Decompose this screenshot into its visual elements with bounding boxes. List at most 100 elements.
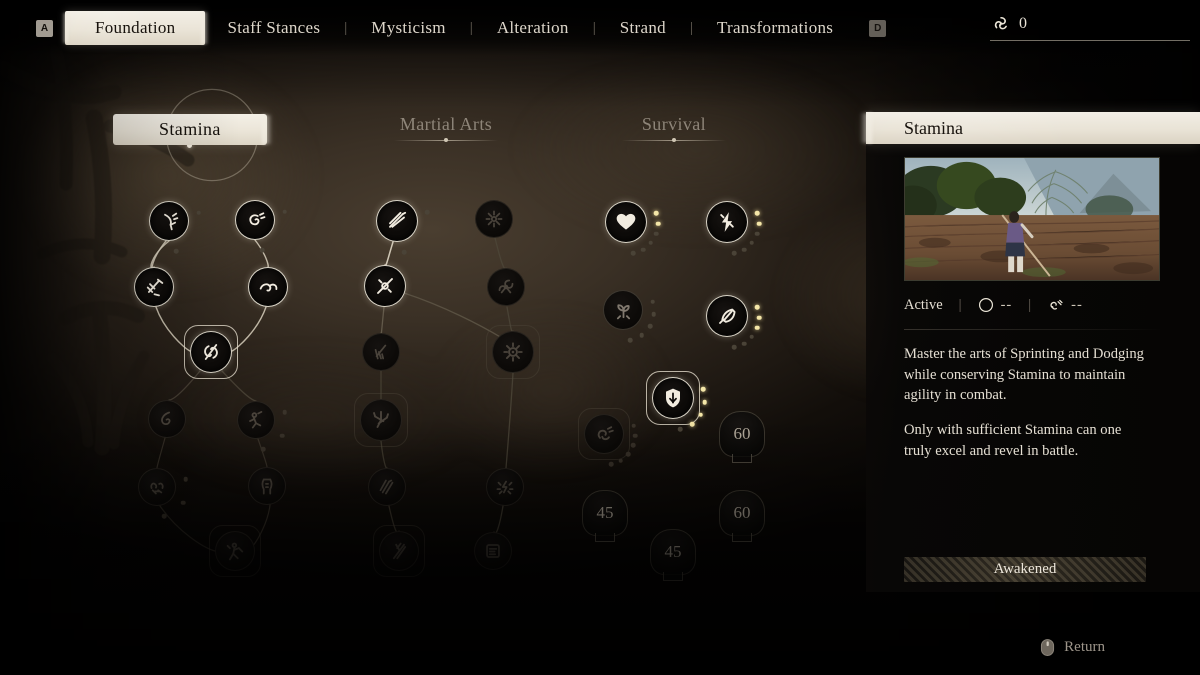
- skill-node-clasp-hands[interactable]: [138, 468, 188, 519]
- skill-node-ring: [603, 290, 643, 330]
- progress-pip: [402, 250, 407, 255]
- cost-badge-value: 45: [582, 490, 628, 536]
- next-tab-key-badge[interactable]: D: [869, 19, 887, 37]
- column-underline: [622, 140, 726, 141]
- column-header-martial-arts[interactable]: Martial Arts: [394, 114, 498, 141]
- skill-node-droplet-curl[interactable]: [148, 400, 186, 438]
- panel-title: Stamina: [904, 117, 963, 138]
- skill-node-ring: [368, 468, 406, 506]
- skill-node-armored-figure[interactable]: [248, 467, 286, 505]
- skill-node-sun-eye[interactable]: [486, 325, 540, 379]
- locked-node-cost-badge[interactable]: 45: [582, 490, 628, 536]
- skill-node-triple-slash[interactable]: [376, 200, 430, 255]
- skill-node-downward-slash[interactable]: [362, 333, 400, 371]
- skill-node-ring: [578, 408, 630, 460]
- skill-node-ring: [235, 200, 275, 240]
- spin-arrows-icon: [367, 406, 395, 434]
- crossed-staves-icon: [386, 538, 413, 565]
- locked-node-cost-badge[interactable]: 45: [650, 529, 696, 575]
- droplet-curl-icon: [154, 406, 180, 432]
- progress-pip: [732, 345, 737, 350]
- progress-pip: [282, 209, 287, 215]
- skill-stats-row: Active | -- | --: [904, 295, 1164, 315]
- spiral-wind-icon: [242, 207, 269, 234]
- skill-node-sprint-burst[interactable]: [149, 201, 201, 254]
- skill-node-herb-sprout[interactable]: [603, 290, 657, 343]
- clasp-hands-icon: [144, 474, 170, 500]
- tab-foundation[interactable]: Foundation: [65, 11, 205, 45]
- panel-divider: [904, 329, 1162, 330]
- locked-node-cost-badge[interactable]: 60: [719, 411, 765, 457]
- skill-node-heart[interactable]: [605, 201, 661, 256]
- awakened-button[interactable]: Awakened: [904, 557, 1146, 582]
- skill-node-ring: [706, 295, 748, 337]
- prev-tab-key-badge[interactable]: A: [36, 19, 53, 37]
- skill-node-shield-crest[interactable]: [646, 371, 708, 432]
- tab-alteration[interactable]: Alteration: [475, 11, 591, 45]
- progress-pip: [755, 211, 760, 216]
- progress-pip: [741, 247, 747, 252]
- skill-node-radiant-fan[interactable]: [487, 268, 525, 306]
- skill-node-ring: [248, 267, 288, 307]
- column-header-stamina[interactable]: Stamina: [113, 114, 267, 148]
- progress-pip: [608, 462, 614, 467]
- skill-node-staff-pivot[interactable]: [364, 265, 406, 307]
- skill-node-warrior-dash[interactable]: [209, 525, 261, 577]
- skill-node-crossed-staves[interactable]: [373, 525, 425, 577]
- spirit-spiral-icon: [994, 16, 1007, 30]
- locked-node-cost-badge[interactable]: 60: [719, 490, 765, 536]
- skill-node-ring: [362, 333, 400, 371]
- tab-mysticism[interactable]: Mysticism: [349, 11, 468, 45]
- staff-pivot-icon: [371, 272, 399, 300]
- cooldown-icon: [978, 297, 994, 313]
- skill-node-frame: [646, 371, 700, 425]
- column-title-stamina: Stamina: [159, 119, 221, 139]
- progress-pip: [754, 325, 760, 331]
- radiant-fan-icon: [493, 274, 519, 300]
- description-paragraph-1: Master the arts of Sprinting and Dodging…: [904, 346, 1144, 404]
- return-hint[interactable]: Return: [1040, 638, 1105, 657]
- column-pill-stamina: Stamina: [113, 114, 267, 145]
- progress-pip: [749, 240, 755, 246]
- cost-badge-value: 60: [719, 490, 765, 536]
- skill-node-spiral-wind[interactable]: [235, 200, 287, 253]
- progress-pip: [196, 210, 201, 216]
- skill-node-feather-strike[interactable]: [706, 295, 762, 350]
- column-header-survival[interactable]: Survival: [622, 114, 726, 141]
- warrior-dash-icon: [222, 538, 249, 565]
- skill-detail-panel: Stamina Active | -- | -- Master the arts…: [866, 112, 1200, 592]
- mouse-icon: [1041, 639, 1055, 656]
- progress-pip: [650, 299, 655, 305]
- progress-pip: [653, 231, 659, 237]
- spark-impact-icon: [492, 474, 518, 500]
- skill-node-starburst[interactable]: [475, 200, 513, 238]
- progress-pip: [173, 249, 179, 254]
- tab-transformations[interactable]: Transformations: [695, 11, 855, 45]
- skill-node-dodge-strike[interactable]: [134, 267, 174, 307]
- skill-node-dual-crescent[interactable]: [184, 325, 238, 379]
- tab-separator: |: [592, 19, 596, 36]
- skill-node-ring: [486, 468, 524, 506]
- skill-node-ring: [605, 201, 647, 243]
- top-navigation-bar: A Foundation Staff Stances | Mysticism |…: [0, 0, 1200, 56]
- progress-pip: [259, 248, 265, 253]
- skill-node-swirl[interactable]: [248, 267, 288, 307]
- progress-pip: [754, 231, 760, 237]
- tab-staff-stances[interactable]: Staff Stances: [205, 11, 342, 45]
- cost-value: --: [1071, 296, 1083, 313]
- skill-node-triple-blade[interactable]: [368, 468, 406, 506]
- skill-node-ring: [134, 267, 174, 307]
- skill-tree-screen: A Foundation Staff Stances | Mysticism |…: [0, 0, 1200, 675]
- column-title-survival: Survival: [641, 114, 707, 134]
- skill-node-ring: [148, 400, 186, 438]
- progress-pip: [161, 514, 167, 519]
- skill-node-lightning[interactable]: [706, 201, 762, 256]
- dodge-strike-icon: [141, 274, 168, 301]
- skill-node-scroll[interactable]: [474, 532, 512, 570]
- tab-strand[interactable]: Strand: [598, 11, 688, 45]
- skill-node-spiral-horn[interactable]: [578, 408, 638, 467]
- progress-pip: [425, 210, 430, 215]
- skill-node-spin-arrows[interactable]: [354, 393, 408, 447]
- skill-node-spark-impact[interactable]: [486, 468, 524, 506]
- skill-node-leap-kick[interactable]: [237, 401, 287, 452]
